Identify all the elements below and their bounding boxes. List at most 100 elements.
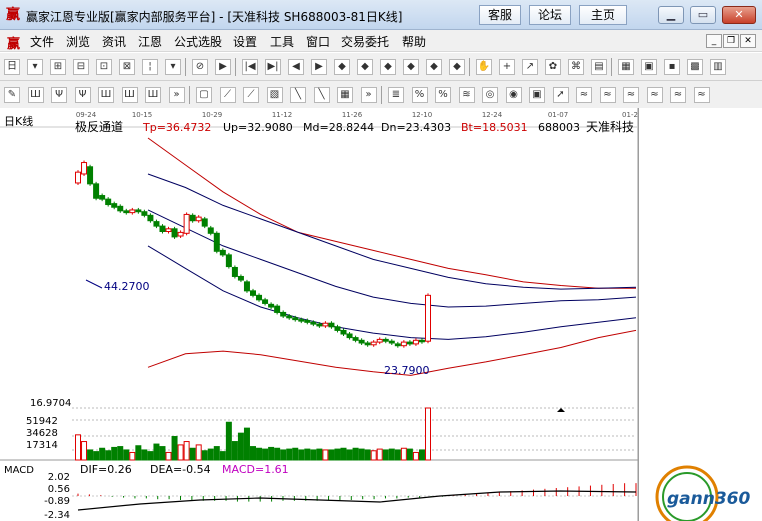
next-icon[interactable]: ▶ — [311, 59, 327, 75]
kline-icon[interactable]: ⊞ — [50, 59, 66, 75]
percent-icon[interactable]: % — [411, 87, 428, 103]
comb-icon[interactable]: Ш — [27, 87, 44, 103]
candle — [171, 228, 178, 238]
save-icon[interactable]: ▪ — [664, 59, 680, 75]
date-tick: 12-10 — [412, 111, 432, 119]
list-icon[interactable]: ≣ — [388, 87, 404, 103]
menu-help[interactable]: 帮助 — [402, 33, 426, 50]
homepage-link[interactable]: 主页 — [579, 5, 627, 25]
mdi-restore-icon[interactable]: ❐ — [723, 34, 739, 48]
menu-settings[interactable]: 设置 — [233, 33, 257, 50]
circle-icon[interactable]: ◉ — [505, 87, 522, 103]
square-icon[interactable]: ▧ — [266, 87, 283, 103]
diamond-icon[interactable]: ◆ — [334, 59, 350, 75]
volume-bar — [418, 449, 425, 461]
candle — [243, 281, 250, 292]
first-icon[interactable]: |◀ — [242, 59, 258, 75]
price-chart[interactable]: 09-24 10-15 10-29 11-12 11-26 12-10 12-24 01-07… — [0, 108, 762, 521]
tick-icon[interactable]: ¦ — [142, 59, 158, 75]
diamond-icon[interactable]: ◆ — [403, 59, 419, 75]
candle — [111, 203, 118, 208]
candle — [274, 305, 281, 313]
grid-icon[interactable]: ▦ — [337, 87, 353, 103]
palette-icon[interactable]: ⌘ — [568, 59, 584, 75]
menu-tools[interactable]: 工具 — [270, 33, 294, 50]
line-icon[interactable]: ╲ — [313, 87, 330, 103]
crosshair-icon[interactable]: + — [499, 59, 515, 75]
comb-icon[interactable]: Ш — [145, 87, 161, 103]
menu-gann[interactable]: 江恩 — [138, 33, 162, 50]
flag-icon[interactable]: ▶ — [215, 59, 231, 75]
menu-file[interactable]: 文件 — [30, 33, 54, 50]
diamond-icon[interactable]: ◆ — [426, 59, 442, 75]
menu-news[interactable]: 资讯 — [102, 33, 126, 50]
percent-icon[interactable]: % — [435, 87, 451, 103]
diamond-icon[interactable]: ◆ — [380, 59, 396, 75]
calc-icon[interactable]: ▤ — [591, 59, 607, 75]
candle — [87, 166, 94, 185]
maximize-icon[interactable]: ▭ — [690, 6, 716, 24]
report-icon[interactable]: ▦ — [618, 59, 634, 75]
close-icon[interactable]: ✕ — [722, 6, 756, 24]
candle — [376, 338, 383, 343]
volume-bar — [231, 441, 238, 461]
line-icon[interactable]: ╲ — [290, 87, 306, 103]
grid-icon[interactable]: ▥ — [710, 59, 726, 75]
date-tick: 10-15 — [132, 111, 152, 119]
wave-icon[interactable]: ≈ — [576, 87, 592, 103]
wave-icon[interactable]: ≈ — [693, 87, 710, 103]
prev-icon[interactable]: ◀ — [288, 59, 304, 75]
band-line-tp — [147, 137, 636, 289]
dropdown-icon[interactable]: ▾ — [27, 59, 43, 75]
mdi-minimize-icon[interactable]: _ — [706, 34, 722, 48]
more-icon[interactable]: » — [360, 87, 377, 103]
more-icon[interactable]: » — [168, 87, 185, 103]
indicator-param: Dn=23.4303 — [381, 121, 451, 134]
macd-tick: 0.56 — [48, 484, 70, 495]
candle2-icon[interactable]: ⊠ — [119, 59, 135, 75]
square-icon[interactable]: ▣ — [529, 87, 545, 103]
fork-icon[interactable]: Ψ — [74, 87, 91, 103]
wave-icon[interactable]: ≋ — [458, 87, 475, 103]
arrow-icon[interactable]: ➚ — [552, 87, 569, 103]
zoom-icon[interactable]: ⊘ — [192, 59, 208, 75]
menu-trading[interactable]: 交易委托 — [341, 33, 389, 50]
fan-icon[interactable]: ⟋ — [219, 87, 236, 103]
wave-icon[interactable]: ≈ — [623, 87, 639, 103]
pattern-icon[interactable]: ↗ — [522, 59, 538, 75]
diamond-icon[interactable]: ◆ — [357, 59, 373, 75]
wave-icon[interactable]: ≈ — [599, 87, 616, 103]
news-icon[interactable]: ▣ — [641, 59, 657, 75]
wave-icon[interactable]: ≈ — [646, 87, 663, 103]
wave-icon[interactable]: ≈ — [670, 87, 686, 103]
menu-formula[interactable]: 公式选股 — [174, 33, 222, 50]
box-icon[interactable]: ▢ — [196, 87, 212, 103]
date-tick: 12-24 — [482, 111, 503, 119]
last-icon[interactable]: ▶| — [265, 59, 281, 75]
hand-icon[interactable]: ✋ — [476, 59, 492, 75]
candle — [400, 341, 407, 347]
comb-icon[interactable]: Ш — [121, 87, 138, 103]
comb-icon[interactable]: Ш — [98, 87, 114, 103]
pen-icon[interactable]: ✎ — [4, 87, 20, 103]
menu-browse[interactable]: 浏览 — [66, 33, 90, 50]
diamond-icon[interactable]: ◆ — [449, 59, 465, 75]
forum-link[interactable]: 论坛 — [529, 5, 571, 25]
bar-icon[interactable]: ⊟ — [73, 59, 89, 75]
day-k-icon[interactable]: 日 — [4, 59, 20, 75]
menu-window[interactable]: 窗口 — [306, 33, 330, 50]
fan-icon[interactable]: ⟋ — [243, 87, 259, 103]
candle — [382, 338, 389, 342]
export-icon[interactable]: ▩ — [687, 59, 703, 75]
minimize-icon[interactable]: ▁ — [658, 6, 684, 24]
customer-service-link[interactable]: 客服 — [479, 5, 521, 25]
gift-icon[interactable]: ✿ — [545, 59, 561, 75]
gann-icon[interactable]: ◎ — [482, 87, 498, 103]
mdi-close-icon[interactable]: ✕ — [740, 34, 756, 48]
fork-icon[interactable]: Ψ — [51, 87, 67, 103]
dropdown-icon[interactable]: ▾ — [165, 59, 181, 75]
volume-bar — [237, 432, 244, 461]
candle-icon[interactable]: ⊡ — [96, 59, 112, 75]
volume-bar — [123, 449, 130, 461]
volume-bar — [394, 449, 401, 461]
